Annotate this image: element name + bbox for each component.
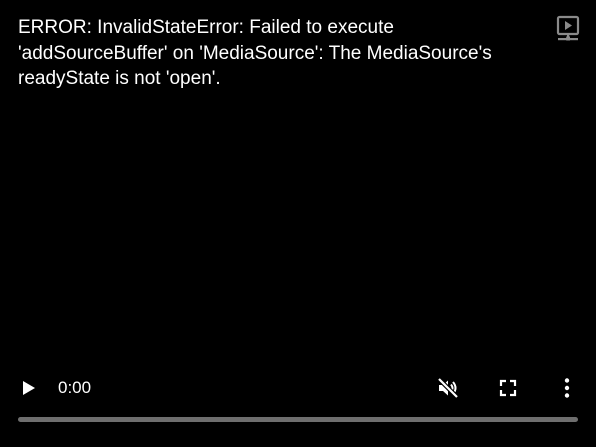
- error-message: ERROR: InvalidStateError: Failed to exec…: [18, 17, 492, 89]
- fullscreen-button[interactable]: [494, 374, 522, 402]
- control-bar: 0:00: [0, 366, 596, 410]
- more-vertical-icon: [564, 378, 570, 398]
- progress-bar[interactable]: [18, 417, 578, 422]
- current-time: 0:00: [58, 378, 92, 397]
- muted-volume-icon: [437, 377, 459, 399]
- cast-button[interactable]: [554, 14, 582, 44]
- cast-icon: [556, 15, 580, 41]
- play-button[interactable]: [14, 374, 42, 402]
- more-options-button[interactable]: [553, 374, 581, 402]
- fullscreen-icon: [499, 379, 517, 397]
- video-player[interactable]: ERROR: InvalidStateError: Failed to exec…: [0, 0, 596, 447]
- play-icon: [23, 381, 35, 395]
- mute-button[interactable]: [434, 374, 462, 402]
